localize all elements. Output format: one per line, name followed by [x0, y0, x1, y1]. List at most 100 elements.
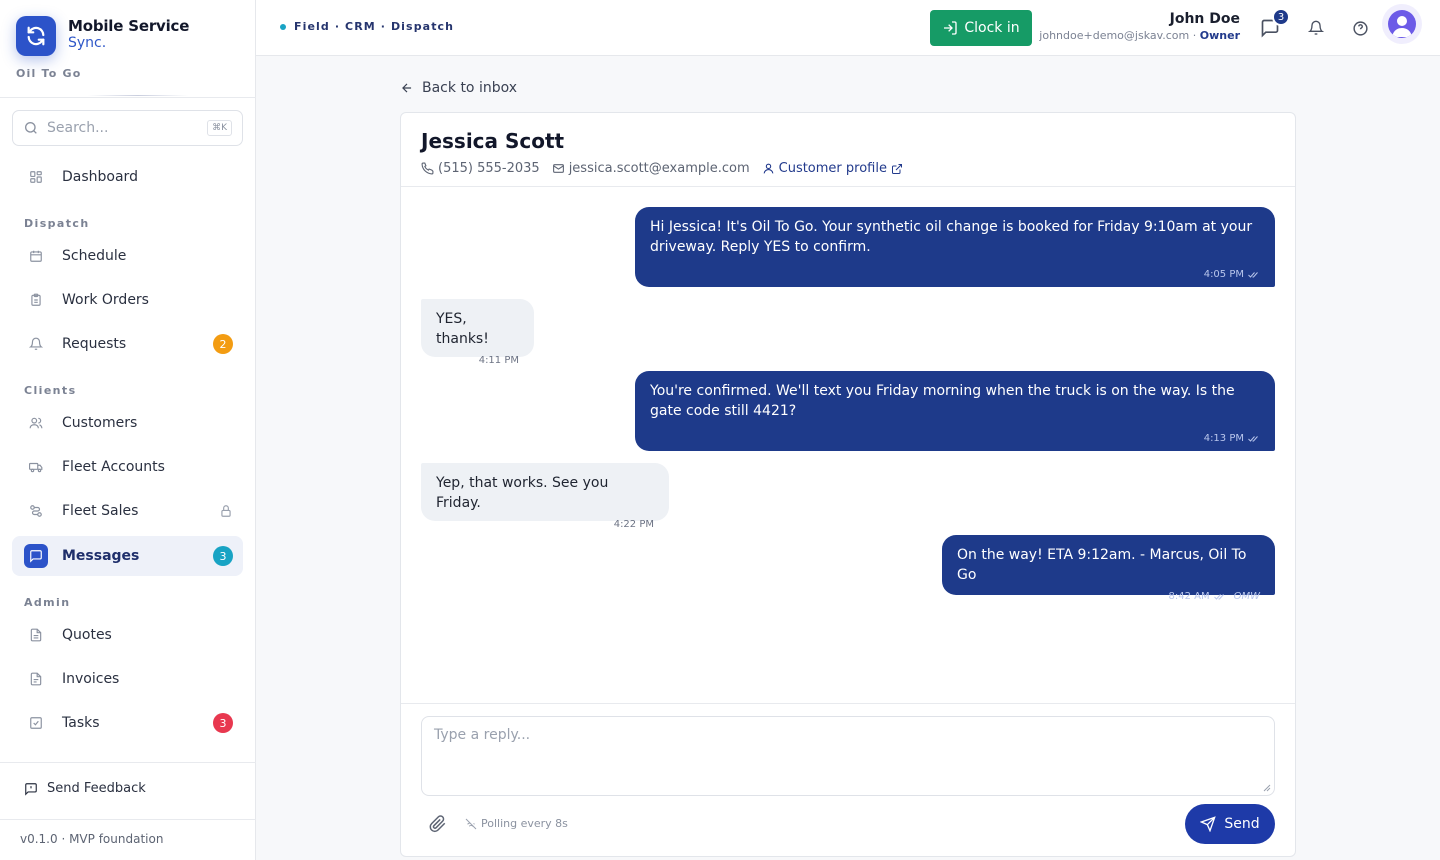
message-time: 4:11 PM	[478, 355, 519, 366]
conversation-header: Jessica Scott (515) 555-2035 jessica.sco…	[401, 113, 1295, 187]
log-in-icon	[944, 21, 958, 35]
incoming-message: YES, thanks! 4:11 PM	[421, 299, 534, 366]
requests-count-badge: 2	[213, 334, 233, 354]
double-check-icon	[1248, 272, 1258, 278]
search-input[interactable]: Search... ⌘K	[12, 110, 243, 146]
sidebar-item-schedule[interactable]: Schedule	[12, 236, 243, 276]
sidebar-item-invoices[interactable]: Invoices	[12, 659, 243, 699]
contact-name: Jessica Scott	[421, 129, 565, 153]
user-email: johndoe+demo@jskav.com	[1039, 29, 1190, 42]
clock-in-label: Clock in	[964, 20, 1020, 36]
customer-profile-label: Customer profile	[778, 161, 887, 176]
message-time: 4:05 PM	[1203, 269, 1244, 280]
clipboard-icon	[24, 288, 48, 312]
tasks-count-badge: 3	[213, 713, 233, 733]
polling-status: Polling every 8s	[465, 817, 568, 830]
sidebar-item-label: Fleet Sales	[62, 503, 139, 519]
user-icon	[1392, 16, 1412, 37]
feedback-icon	[25, 782, 37, 796]
conversation-card: Jessica Scott (515) 555-2035 jessica.sco…	[400, 112, 1296, 857]
reply-composer: Type a reply... Polling every 8s Send	[401, 703, 1295, 857]
divider	[0, 762, 256, 763]
user-name: John Doe	[1169, 11, 1240, 27]
wifi-off-icon	[465, 818, 477, 829]
contact-phone[interactable]: (515) 555-2035	[421, 161, 540, 176]
double-check-icon	[1248, 436, 1258, 442]
outgoing-message: On the way! ETA 9:12am. - Marcus, Oil To…	[942, 535, 1275, 602]
send-icon	[1200, 816, 1217, 832]
help-icon[interactable]	[1349, 17, 1371, 39]
file-text-icon	[24, 623, 48, 647]
reply-placeholder: Type a reply...	[434, 727, 531, 743]
mail-icon	[552, 164, 564, 173]
bell-icon	[24, 332, 48, 356]
sidebar-item-label: Tasks	[62, 715, 100, 731]
external-link-icon	[891, 163, 902, 174]
brand-name: Mobile Service	[68, 17, 190, 35]
divider	[88, 95, 188, 96]
sidebar-item-label: Invoices	[62, 671, 120, 687]
sidebar-item-label: Dashboard	[62, 169, 138, 185]
sidebar-item-fleet-accounts[interactable]: Fleet Accounts	[12, 447, 243, 487]
user-info[interactable]: John Doe johndoe+demo@jskav.com · Owner	[1039, 11, 1240, 42]
brand[interactable]: Mobile Service Sync.	[16, 16, 189, 56]
message-text: On the way! ETA 9:12am. - Marcus, Oil To…	[957, 547, 1247, 583]
sidebar-item-label: Requests	[62, 336, 127, 352]
message-text: You're confirmed. We'll text you Friday …	[650, 383, 1235, 419]
section-label-clients: Clients	[24, 384, 77, 397]
brand-sub: Sync.	[68, 35, 107, 51]
sidebar-item-label: Fleet Accounts	[62, 459, 165, 475]
sidebar-item-tasks[interactable]: Tasks 3	[12, 703, 243, 743]
back-to-inbox-link[interactable]: Back to inbox	[400, 80, 517, 96]
back-to-inbox-label: Back to inbox	[422, 80, 518, 96]
divider	[0, 819, 256, 820]
paperclip-icon[interactable]	[429, 815, 447, 837]
truck-icon	[24, 455, 48, 479]
message-time: 8:42 AM	[1168, 591, 1210, 602]
incoming-message: Yep, that works. See you Friday. 4:22 PM	[421, 463, 669, 530]
user-icon	[763, 163, 773, 174]
send-feedback-button[interactable]: Send Feedback	[24, 781, 146, 796]
breadcrumb-text: Field · CRM · Dispatch	[294, 20, 455, 33]
search-placeholder: Search...	[47, 120, 109, 136]
message-tag: OMW	[1233, 591, 1260, 602]
outgoing-message: You're confirmed. We'll text you Friday …	[635, 371, 1275, 451]
arrow-left-icon	[402, 83, 412, 93]
sidebar-item-messages[interactable]: Messages 3	[12, 536, 243, 576]
grid-icon	[24, 165, 48, 189]
message-time: 4:22 PM	[613, 519, 654, 530]
sidebar-item-fleet-sales[interactable]: Fleet Sales	[12, 491, 243, 531]
phone-text: (515) 555-2035	[438, 161, 540, 176]
sidebar-item-label: Customers	[62, 415, 138, 431]
double-check-icon	[1213, 594, 1224, 600]
avatar[interactable]	[1388, 10, 1416, 38]
sidebar-item-dashboard[interactable]: Dashboard	[12, 157, 243, 197]
top-bar: Field · CRM · Dispatch Clock in John Doe…	[256, 0, 1440, 56]
divider	[0, 97, 256, 98]
outgoing-message: Hi Jessica! It's Oil To Go. Your synthet…	[635, 207, 1275, 287]
app-version: v0.1.0 · MVP foundation	[20, 832, 164, 846]
clock-in-button[interactable]: Clock in	[930, 10, 1032, 46]
bell-icon[interactable]	[1305, 17, 1327, 39]
sidebar-item-customers[interactable]: Customers	[12, 403, 243, 443]
reply-textarea[interactable]: Type a reply...	[421, 716, 1275, 796]
status-dot	[280, 23, 286, 30]
user-role: Owner	[1199, 29, 1240, 42]
message-text: Yep, that works. See you Friday.	[436, 475, 609, 511]
message-text: YES, thanks!	[436, 311, 489, 347]
messages-count-badge: 3	[213, 546, 233, 566]
breadcrumb: Field · CRM · Dispatch	[280, 20, 454, 33]
message-square-icon	[24, 544, 48, 568]
contact-email[interactable]: jessica.scott@example.com	[552, 161, 750, 176]
message-text: Hi Jessica! It's Oil To Go. Your synthet…	[650, 219, 1253, 255]
sidebar-item-work-orders[interactable]: Work Orders	[12, 280, 243, 320]
file-icon	[24, 667, 48, 691]
sidebar-item-label: Messages	[62, 548, 140, 564]
resize-handle-icon[interactable]	[1263, 784, 1271, 792]
section-label-dispatch: Dispatch	[24, 217, 90, 230]
route-icon	[24, 499, 48, 523]
sidebar-item-requests[interactable]: Requests 2	[12, 324, 243, 364]
send-button[interactable]: Send	[1185, 804, 1275, 844]
customer-profile-link[interactable]: Customer profile	[762, 161, 903, 176]
sidebar-item-quotes[interactable]: Quotes	[12, 615, 243, 655]
